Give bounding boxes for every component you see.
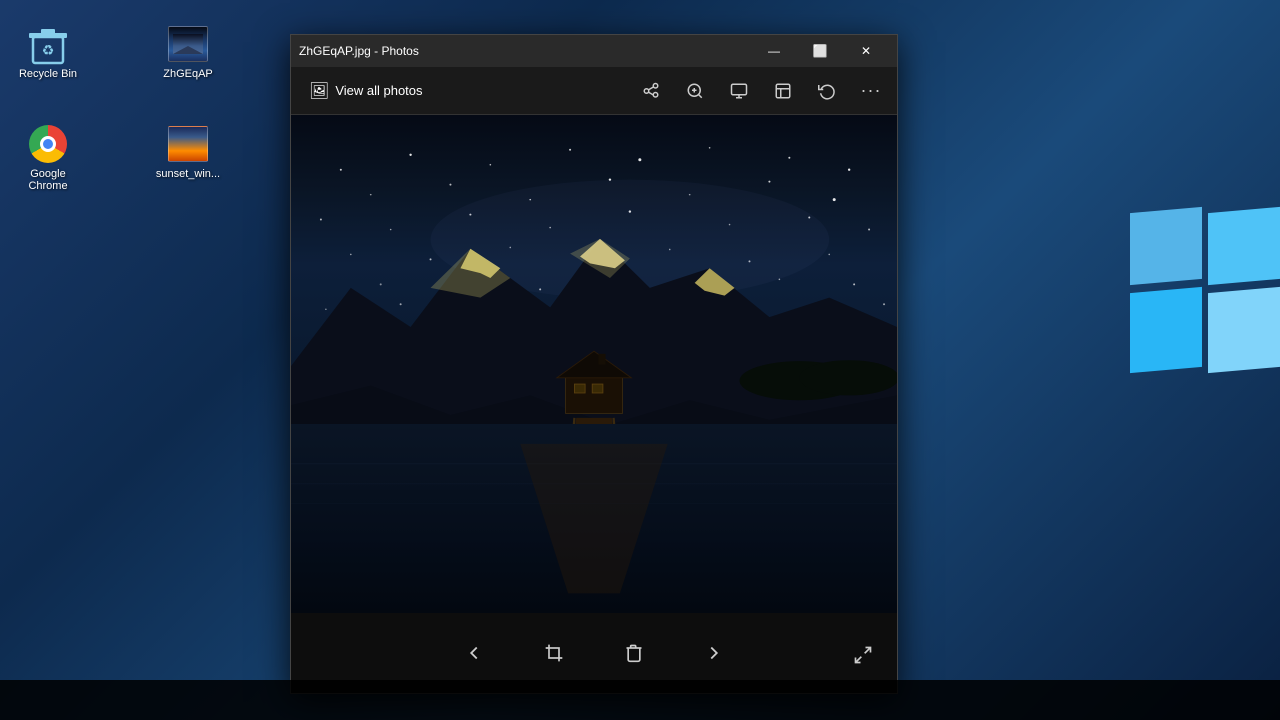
crop-button[interactable] xyxy=(534,633,574,673)
recycle-bin-svg: ♻ xyxy=(29,23,67,65)
sunset-win-icon[interactable]: sunset_win... xyxy=(148,120,228,184)
close-button[interactable]: ✕ xyxy=(843,35,889,67)
water xyxy=(291,424,897,613)
google-chrome-icon[interactable]: Google Chrome xyxy=(8,120,88,196)
view-all-photos-button[interactable]: 🖼 View all photos xyxy=(299,75,433,107)
minimize-button[interactable]: — xyxy=(751,35,797,67)
slideshow-icon xyxy=(730,82,748,100)
zhggeqap-icon[interactable]: ZhGEqAP xyxy=(148,20,228,84)
rotate-button[interactable] xyxy=(809,73,845,109)
enhance-button[interactable] xyxy=(765,73,801,109)
prev-icon xyxy=(463,642,485,664)
zoom-button[interactable] xyxy=(677,73,713,109)
delete-icon xyxy=(624,643,644,663)
desktop: ♻ Recycle Bin ZhGEqAP Google Chrome suns… xyxy=(0,0,1280,720)
view-all-label: View all photos xyxy=(335,83,422,98)
toolbar: 🖼 View all photos xyxy=(291,67,897,115)
google-chrome-label: Google Chrome xyxy=(12,168,84,192)
title-bar: ZhGEqAP.jpg - Photos — ⬜ ✕ xyxy=(291,35,897,67)
crop-icon xyxy=(544,643,564,663)
expand-button[interactable] xyxy=(845,637,881,673)
windows-logo xyxy=(1120,210,1280,510)
sunset-win-label: sunset_win... xyxy=(156,168,220,180)
night-scene xyxy=(291,115,897,613)
enhance-icon xyxy=(774,82,792,100)
rotate-icon xyxy=(818,82,836,100)
maximize-button[interactable]: ⬜ xyxy=(797,35,843,67)
recycle-bin-icon[interactable]: ♻ Recycle Bin xyxy=(8,20,88,84)
toolbar-actions: ··· xyxy=(633,73,889,109)
expand-icon xyxy=(853,645,873,665)
more-icon: ··· xyxy=(861,80,882,101)
more-button[interactable]: ··· xyxy=(853,73,889,109)
image-area xyxy=(291,115,897,613)
recycle-bin-label: Recycle Bin xyxy=(19,68,77,80)
next-icon xyxy=(703,642,725,664)
svg-text:♻: ♻ xyxy=(42,42,55,58)
taskbar xyxy=(0,680,1280,720)
water-reflections xyxy=(291,424,897,613)
zoom-icon xyxy=(686,82,704,100)
window-controls: — ⬜ ✕ xyxy=(751,35,889,67)
slideshow-button[interactable] xyxy=(721,73,757,109)
prev-button[interactable] xyxy=(454,633,494,673)
next-button[interactable] xyxy=(694,633,734,673)
delete-button[interactable] xyxy=(614,633,654,673)
expand-area xyxy=(845,637,881,673)
share-button[interactable] xyxy=(633,73,669,109)
share-icon xyxy=(642,82,660,100)
zhggeqap-label: ZhGEqAP xyxy=(163,68,213,80)
window-title: ZhGEqAP.jpg - Photos xyxy=(299,44,751,58)
photos-icon: 🖼 xyxy=(309,81,329,101)
photos-window: ZhGEqAP.jpg - Photos — ⬜ ✕ 🖼 View all ph… xyxy=(290,34,898,694)
